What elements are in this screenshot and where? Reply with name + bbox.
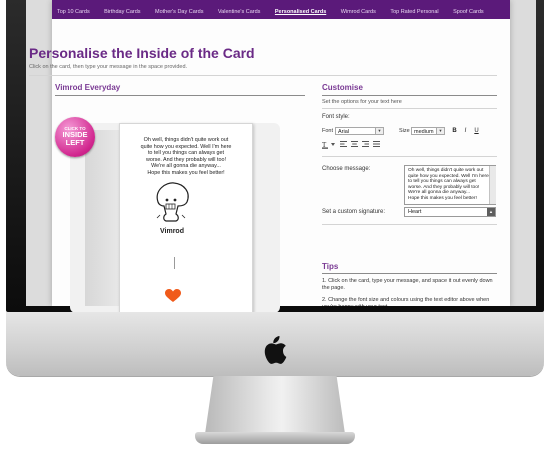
heart-icon xyxy=(165,289,181,302)
badge-main-text: INSIDE LEFT xyxy=(62,130,88,147)
nav-item[interactable]: Top 10 Cards xyxy=(52,5,95,19)
font-style-label: Font style: xyxy=(322,114,350,120)
section-divider xyxy=(322,95,497,96)
align-right-icon[interactable] xyxy=(362,141,369,147)
nav-item[interactable]: Spoof Cards xyxy=(448,5,489,19)
card-inside-right[interactable]: Oh well, things didn't quite work out qu… xyxy=(119,123,253,315)
signature-field-value: Heart xyxy=(408,209,422,215)
message-scrollbar[interactable] xyxy=(489,166,496,204)
signature-field[interactable]: Heart ▲ xyxy=(404,207,496,217)
underline-button[interactable]: U xyxy=(472,127,481,135)
size-select[interactable]: medium ▼ xyxy=(411,127,445,135)
nav-item[interactable]: Mother's Day Cards xyxy=(150,5,208,19)
message-textarea[interactable]: Oh well, things didn't quite work out qu… xyxy=(404,165,496,205)
section-divider xyxy=(55,95,305,96)
divider xyxy=(322,224,497,225)
apple-icon xyxy=(264,336,287,364)
italic-button[interactable]: I xyxy=(461,127,470,135)
divider xyxy=(322,108,497,109)
size-select-value: medium xyxy=(414,129,434,135)
choose-message-label: Choose message: xyxy=(322,166,371,172)
page-title: Personalise the Inside of the Card xyxy=(29,45,255,61)
section-divider xyxy=(322,273,497,274)
chevron-down-icon[interactable]: ▼ xyxy=(375,128,383,134)
text-cursor xyxy=(174,257,175,269)
align-center-icon[interactable] xyxy=(351,141,358,147)
divider xyxy=(322,156,497,157)
nav-item[interactable]: Wimrod Cards xyxy=(336,5,381,19)
tips-title: Tips xyxy=(322,262,339,271)
monitor-stand xyxy=(205,376,345,434)
nav-item[interactable]: Valentine's Cards xyxy=(213,5,266,19)
font-select-value: Arial xyxy=(338,129,350,135)
chevron-down-icon[interactable]: ▲ xyxy=(487,208,495,216)
mushroom-mascot-icon xyxy=(156,182,189,222)
page-intro: Click on the card, then type your messag… xyxy=(29,64,188,70)
tip-item: 1. Click on the card, type your message,… xyxy=(322,278,493,291)
nav-item[interactable]: Birthday Cards xyxy=(99,5,145,19)
size-label: Size xyxy=(399,128,410,134)
card-message[interactable]: Oh well, things didn't quite work out qu… xyxy=(120,137,252,177)
customise-title: Customise xyxy=(322,83,363,92)
customise-subtitle: Set the options for your text here xyxy=(322,99,402,105)
chevron-down-icon[interactable]: ▼ xyxy=(436,128,444,134)
card-section-title: Vimrod Everyday xyxy=(55,83,121,92)
font-select[interactable]: Arial ▼ xyxy=(335,127,384,135)
align-left-icon[interactable] xyxy=(340,141,347,147)
text-color-icon[interactable]: T xyxy=(322,140,336,149)
card-signature: Vimrod xyxy=(160,228,184,235)
divider xyxy=(29,75,497,76)
align-justify-icon[interactable] xyxy=(373,141,380,147)
top-navigation: Top 10 Cards Birthday Cards Mother's Day… xyxy=(52,0,510,19)
monitor-stand-base xyxy=(195,432,355,444)
tip-item: 2. Change the font size and colours usin… xyxy=(322,297,490,306)
click-to-inside-left-badge[interactable]: CLICK TO INSIDE LEFT xyxy=(55,117,95,157)
nav-item-active[interactable]: Personalised Cards xyxy=(270,5,331,19)
bold-button[interactable]: B xyxy=(450,127,459,135)
font-label: Font xyxy=(322,128,334,134)
signature-label: Set a custom signature: xyxy=(322,209,386,215)
nav-item[interactable]: Top Rated Personal xyxy=(385,5,443,19)
